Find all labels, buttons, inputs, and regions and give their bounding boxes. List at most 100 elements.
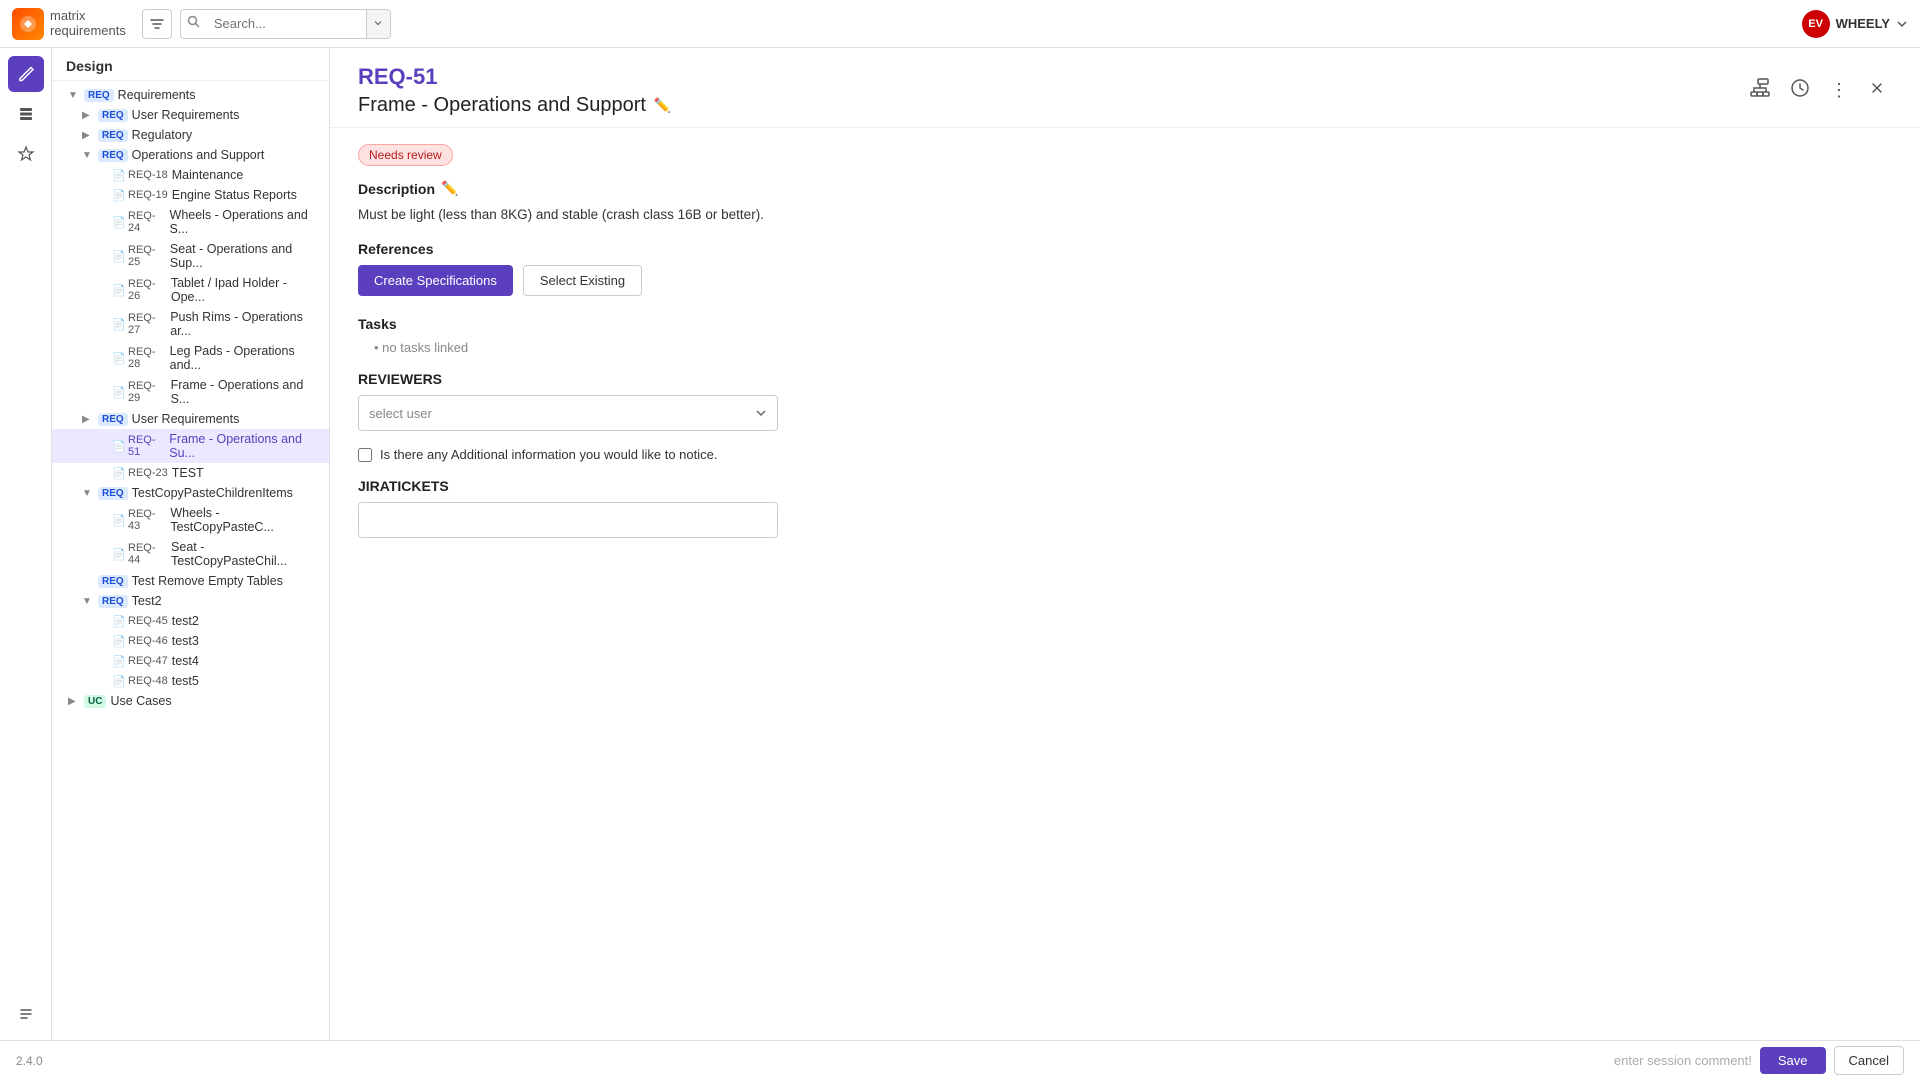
additional-info-row: Is there any Additional information you … [358, 447, 1892, 462]
tree-item-req48[interactable]: 📄 REQ-48 test5 [52, 671, 329, 691]
sidebar-item-pencil[interactable] [8, 56, 44, 92]
item-number: REQ-29 [128, 380, 167, 404]
sidebar-item-layers[interactable] [8, 96, 44, 132]
item-number: REQ-18 [128, 169, 168, 181]
tree-item-label: TEST [172, 466, 204, 480]
item-title: Frame - Operations and Support ✏️ [358, 94, 671, 117]
req-badge: REQ [98, 575, 128, 588]
version-text: 2.4.0 [16, 1054, 43, 1068]
tree-item-label: Tablet / Ipad Holder - Ope... [171, 276, 321, 304]
tree-item-label: Use Cases [110, 694, 171, 708]
tree-item-label: test3 [172, 634, 199, 648]
tree-item-req24[interactable]: 📄 REQ-24 Wheels - Operations and S... [52, 205, 329, 239]
req-badge: REQ [98, 487, 128, 500]
tree-item-req44[interactable]: 📄 REQ-44 Seat - TestCopyPasteChil... [52, 537, 329, 571]
tree-item-label: Wheels - Operations and S... [170, 208, 321, 236]
cancel-button[interactable]: Cancel [1834, 1046, 1904, 1075]
tree-item-req25[interactable]: 📄 REQ-25 Seat - Operations and Sup... [52, 239, 329, 273]
additional-info-checkbox[interactable] [358, 448, 372, 462]
doc-icon: 📄 [112, 189, 126, 202]
tree-item-label: test4 [172, 654, 199, 668]
icon-sidebar [0, 48, 52, 1040]
tree-item-req29[interactable]: 📄 REQ-29 Frame - Operations and S... [52, 375, 329, 409]
tree-item-test-remove[interactable]: REQ Test Remove Empty Tables [52, 571, 329, 591]
search-icon [181, 15, 206, 33]
tree-item-req19[interactable]: 📄 REQ-19 Engine Status Reports [52, 185, 329, 205]
tree-item-req26[interactable]: 📄 REQ-26 Tablet / Ipad Holder - Ope... [52, 273, 329, 307]
req-badge: REQ [98, 129, 128, 142]
content-body: Needs review Description ✏️ Must be ligh… [330, 128, 1920, 1040]
sidebar-item-star[interactable] [8, 136, 44, 172]
chevron-icon: ▼ [68, 90, 84, 101]
tree-item-use-cases[interactable]: ▶ UC Use Cases [52, 691, 329, 711]
select-existing-button[interactable]: Select Existing [523, 265, 642, 296]
item-number: REQ-25 [128, 244, 166, 268]
content-area: REQ-51 Frame - Operations and Support ✏️… [330, 48, 1920, 1040]
search-dropdown-button[interactable] [366, 9, 390, 39]
req-badge: REQ [98, 109, 128, 122]
item-number: REQ-51 [128, 434, 165, 458]
search-input[interactable] [206, 16, 366, 31]
close-button[interactable] [1862, 75, 1892, 106]
chevron-icon: ▼ [82, 488, 98, 499]
chevron-icon: ▶ [82, 414, 98, 425]
create-specs-button[interactable]: Create Specifications [358, 265, 513, 296]
tree-body: ▼ REQ Requirements ▶ REQ User Requiremen… [52, 81, 329, 1040]
tree-item-label: Regulatory [132, 128, 192, 142]
filter-button[interactable] [142, 9, 172, 39]
tree-item-ops-support[interactable]: ▼ REQ Operations and Support [52, 145, 329, 165]
tree-item-req51[interactable]: 📄 REQ-51 Frame - Operations and Su... [52, 429, 329, 463]
tree-item-req28[interactable]: 📄 REQ-28 Leg Pads - Operations and... [52, 341, 329, 375]
doc-icon: 📄 [112, 675, 126, 688]
item-number: REQ-46 [128, 635, 168, 647]
tree-item-req43[interactable]: 📄 REQ-43 Wheels - TestCopyPasteC... [52, 503, 329, 537]
tree-item-label: Seat - Operations and Sup... [170, 242, 321, 270]
sidebar-item-collapse[interactable] [8, 996, 44, 1032]
description-section-title: Description ✏️ [358, 180, 1892, 197]
chevron-icon: ▶ [82, 130, 98, 141]
tree-item-req23[interactable]: 📄 REQ-23 TEST [52, 463, 329, 483]
reviewers-dropdown[interactable]: select user [358, 395, 778, 431]
item-number: REQ-45 [128, 615, 168, 627]
tree-item-label: TestCopyPasteChildrenItems [132, 486, 293, 500]
tree-item-user-req[interactable]: ▶ REQ User Requirements [52, 105, 329, 125]
edit-description-button[interactable]: ✏️ [441, 180, 458, 197]
item-number: REQ-27 [128, 312, 166, 336]
jira-input[interactable] [358, 502, 778, 538]
jira-section: JIRATICKETS [358, 478, 1892, 538]
tree-item-test2[interactable]: ▼ REQ Test2 [52, 591, 329, 611]
session-comment-text: enter session comment! [1614, 1053, 1752, 1068]
item-number: REQ-23 [128, 467, 168, 479]
bottom-bar: 2.4.0 enter session comment! Save Cancel [0, 1040, 1920, 1080]
tree-structure-button[interactable] [1744, 74, 1776, 107]
tree-item-label: Frame - Operations and Su... [169, 432, 321, 460]
logo: matrix requirements [12, 8, 126, 40]
history-button[interactable] [1784, 74, 1816, 107]
tree-item-req45[interactable]: 📄 REQ-45 test2 [52, 611, 329, 631]
tree-item-req47[interactable]: 📄 REQ-47 test4 [52, 651, 329, 671]
tree-header: Design [52, 48, 329, 81]
tree-item-req27[interactable]: 📄 REQ-27 Push Rims - Operations ar... [52, 307, 329, 341]
tree-item-req46[interactable]: 📄 REQ-46 test3 [52, 631, 329, 651]
item-number: REQ-44 [128, 542, 167, 566]
tree-item-user-req-2[interactable]: ▶ REQ User Requirements [52, 409, 329, 429]
chevron-icon: ▶ [82, 110, 98, 121]
bottom-right: enter session comment! Save Cancel [1614, 1046, 1904, 1075]
reviewers-title: REVIEWERS [358, 371, 1892, 387]
tree-item-testcopy[interactable]: ▼ REQ TestCopyPasteChildrenItems [52, 483, 329, 503]
tree-item-regulatory[interactable]: ▶ REQ Regulatory [52, 125, 329, 145]
tasks-section: Tasks no tasks linked [358, 316, 1892, 355]
tree-item-label: Test Remove Empty Tables [132, 574, 283, 588]
chevron-icon: ▼ [82, 596, 98, 607]
edit-title-button[interactable]: ✏️ [654, 97, 671, 114]
tree-item-requirements[interactable]: ▼ REQ Requirements [52, 85, 329, 105]
doc-icon: 📄 [112, 284, 126, 297]
more-options-button[interactable]: ⋮ [1824, 76, 1854, 105]
user-badge[interactable]: EV WHEELY [1802, 10, 1908, 38]
main-layout: Design ▼ REQ Requirements ▶ REQ User Req… [0, 48, 1920, 1040]
tree-item-label: test5 [172, 674, 199, 688]
tree-item-req18[interactable]: 📄 REQ-18 Maintenance [52, 165, 329, 185]
jira-title: JIRATICKETS [358, 478, 1892, 494]
chevron-icon: ▶ [68, 696, 84, 707]
save-button[interactable]: Save [1760, 1047, 1826, 1074]
